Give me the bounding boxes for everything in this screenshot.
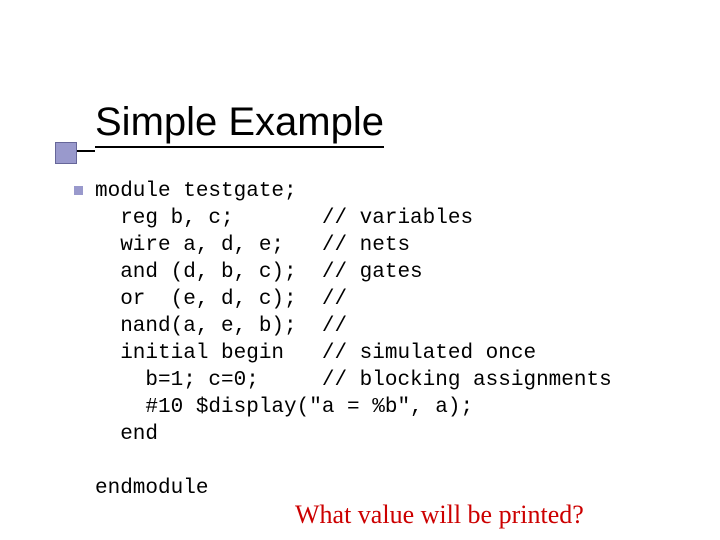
- title-wrap: Simple Example: [95, 100, 384, 145]
- title-accent-block: [55, 142, 77, 164]
- code-block: module testgate; reg b, c; // variables …: [95, 178, 612, 502]
- slide-title: Simple Example: [95, 100, 384, 148]
- slide: Simple Example module testgate; reg b, c…: [0, 0, 720, 540]
- bullet-icon: [74, 186, 83, 195]
- question-text: What value will be printed?: [295, 500, 584, 530]
